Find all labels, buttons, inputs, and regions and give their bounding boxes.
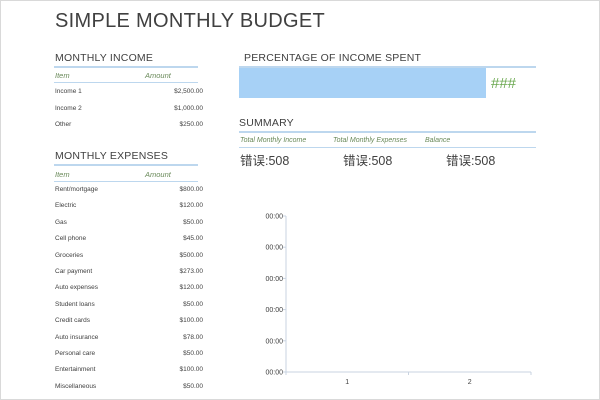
expenses-heading-rule [54, 164, 198, 166]
summary-total-income: 错误:508 [240, 154, 290, 168]
income-item-amount: $1,000.00 [174, 104, 203, 112]
expense-item-amount: $50.00 [183, 382, 203, 390]
expense-row[interactable]: Entertainment $100.00 [55, 366, 203, 376]
expense-item-label: Cell phone [55, 235, 87, 243]
income-item-label: Income 2 [55, 104, 82, 112]
income-item-amount: $2,500.00 [174, 88, 203, 95]
chart-y-tick-label: 00:00 [265, 245, 283, 252]
expense-item-amount: $120.00 [179, 284, 204, 292]
income-row[interactable]: Income 1 $2,500.00 [55, 88, 203, 98]
summary-col-balance: Balance [425, 137, 451, 144]
chart-x-tick-label: 2 [468, 379, 472, 386]
expense-item-label: Car payment [55, 268, 93, 275]
expense-row[interactable]: Cell phone $45.00 [55, 235, 203, 245]
chart-y-tick-label: 00:00 [265, 370, 283, 377]
expense-row[interactable]: Auto insurance $78.00 [55, 334, 203, 344]
summary-heading: SUMMARY [239, 117, 294, 129]
expense-row[interactable]: Car payment $273.00 [55, 268, 203, 278]
expense-row[interactable]: Credit cards $100.00 [55, 317, 203, 327]
expense-item-label: Miscellaneous [55, 382, 97, 390]
income-header-rule [54, 82, 198, 83]
summary-heading-rule [239, 131, 536, 133]
expense-item-label: Credit cards [55, 317, 91, 325]
expense-row[interactable]: Auto expenses $120.00 [55, 284, 203, 294]
expense-item-amount: $500.00 [179, 251, 204, 259]
expenses-heading: MONTHLY EXPENSES [55, 150, 169, 162]
expenses-chart: 00:00 00:00 00:00 00:00 00:00 00:00 1 2 [265, 214, 532, 386]
income-item-label: Income 1 [55, 88, 82, 95]
expense-item-amount: $273.00 [179, 268, 204, 275]
summary-total-expenses: 错误:508 [343, 154, 393, 168]
percent-value: ### [491, 75, 517, 92]
expense-item-amount: $50.00 [183, 218, 203, 226]
expense-item-amount: $120.00 [179, 202, 204, 210]
expense-item-label: Entertainment [55, 366, 96, 374]
summary-col-total-expenses: Total Monthly Expenses [333, 137, 408, 144]
expense-item-label: Electric [55, 202, 77, 210]
page-title: SIMPLE MONTHLY BUDGET [55, 10, 326, 32]
expense-item-label: Auto insurance [55, 333, 99, 341]
expense-item-label: Personal care [55, 350, 96, 357]
expense-item-label: Auto expenses [55, 284, 99, 292]
expense-item-amount: $78.00 [183, 333, 203, 341]
expense-item-amount: $50.00 [183, 350, 203, 357]
expense-item-label: Rent/mortgage [55, 186, 98, 193]
expense-item-label: Groceries [55, 251, 84, 259]
expense-item-amount: $45.00 [183, 235, 203, 243]
expense-row[interactable]: Student loans $50.00 [55, 301, 203, 311]
income-item-amount: $250.00 [179, 121, 204, 128]
expense-item-label: Gas [55, 218, 67, 226]
expense-item-amount: $50.00 [183, 300, 203, 308]
income-row[interactable]: Other $250.00 [55, 121, 203, 131]
income-heading-rule [54, 66, 198, 68]
income-col-amount: Amount [145, 71, 171, 80]
chart-y-tick-label: 00:00 [265, 214, 283, 221]
income-col-item: Item [55, 71, 70, 80]
expense-item-amount: $800.00 [179, 186, 204, 193]
summary-col-total-income: Total Monthly Income [240, 137, 307, 144]
percent-heading: PERCENTAGE OF INCOME SPENT [244, 52, 422, 64]
expense-item-amount: $100.00 [179, 317, 204, 325]
expense-row[interactable]: Rent/mortgage $800.00 [55, 186, 203, 196]
chart-y-tick-label: 00:00 [265, 338, 283, 345]
income-heading: MONTHLY INCOME [55, 52, 154, 64]
expense-row[interactable]: Electric $120.00 [55, 202, 203, 212]
income-row[interactable]: Income 2 $1,000.00 [55, 105, 203, 115]
expense-item-label: Student loans [55, 300, 95, 308]
expense-row[interactable]: Personal care $50.00 [55, 350, 203, 360]
income-item-label: Other [55, 121, 72, 128]
summary-header-rule [239, 147, 536, 148]
expense-item-amount: $100.00 [179, 366, 204, 374]
expense-row[interactable]: Gas $50.00 [55, 219, 203, 229]
chart-x-tick-label: 1 [345, 379, 349, 386]
expenses-col-amount: Amount [145, 170, 171, 179]
expenses-col-item: Item [55, 170, 70, 179]
chart-y-tick-label: 00:00 [265, 276, 283, 283]
expense-row[interactable]: Groceries $500.00 [55, 252, 203, 262]
percent-bar [239, 68, 486, 98]
expenses-header-rule [54, 181, 198, 182]
expense-row[interactable]: Miscellaneous $50.00 [55, 383, 203, 393]
chart-y-tick-label: 00:00 [265, 307, 283, 314]
summary-balance: 错误:508 [446, 154, 496, 168]
